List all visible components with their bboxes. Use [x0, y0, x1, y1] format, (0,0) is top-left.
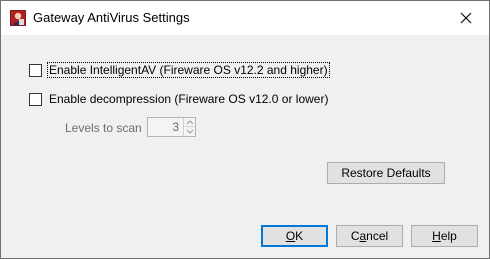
- ok-button[interactable]: OK: [261, 225, 328, 247]
- decompression-label: Enable decompression (Fireware OS v12.0 …: [49, 92, 329, 106]
- decompression-checkbox[interactable]: [29, 92, 42, 106]
- levels-to-scan-label: Levels to scan: [65, 121, 142, 135]
- restore-defaults-button[interactable]: Restore Defaults: [327, 162, 445, 184]
- spinner-up-button[interactable]: [183, 118, 195, 127]
- gateway-antivirus-settings-dialog: Gateway AntiVirus Settings Enable Intell…: [0, 0, 490, 259]
- intelligent-av-label: Enable IntelligentAV (Fireware OS v12.2 …: [47, 62, 330, 78]
- help-label-rest: elp: [440, 229, 457, 243]
- title-bar[interactable]: Gateway AntiVirus Settings: [1, 1, 489, 35]
- spinner-down-button[interactable]: [183, 127, 195, 136]
- ok-mnemonic: O: [285, 229, 296, 243]
- decompression-option[interactable]: Enable decompression (Fireware OS v12.0 …: [29, 91, 329, 107]
- intelligent-av-checkbox[interactable]: [29, 63, 42, 77]
- watchguard-app-icon: [10, 10, 26, 26]
- help-mnemonic: H: [432, 229, 441, 243]
- close-icon: [460, 12, 472, 24]
- levels-to-scan-spinner[interactable]: 3: [147, 117, 196, 137]
- intelligent-av-option[interactable]: Enable IntelligentAV (Fireware OS v12.2 …: [29, 62, 330, 78]
- window-title: Gateway AntiVirus Settings: [33, 10, 190, 25]
- chevron-up-icon: [186, 120, 194, 125]
- chevron-down-icon: [186, 129, 194, 134]
- cancel-button[interactable]: Cancel: [336, 225, 403, 247]
- help-button[interactable]: Help: [411, 225, 478, 247]
- levels-to-scan-value[interactable]: 3: [148, 118, 182, 136]
- close-button[interactable]: [443, 1, 489, 35]
- ok-label-rest: K: [295, 229, 304, 243]
- restore-defaults-label: Restore Defaults: [341, 166, 431, 180]
- cancel-label-rest: ncel: [366, 229, 389, 243]
